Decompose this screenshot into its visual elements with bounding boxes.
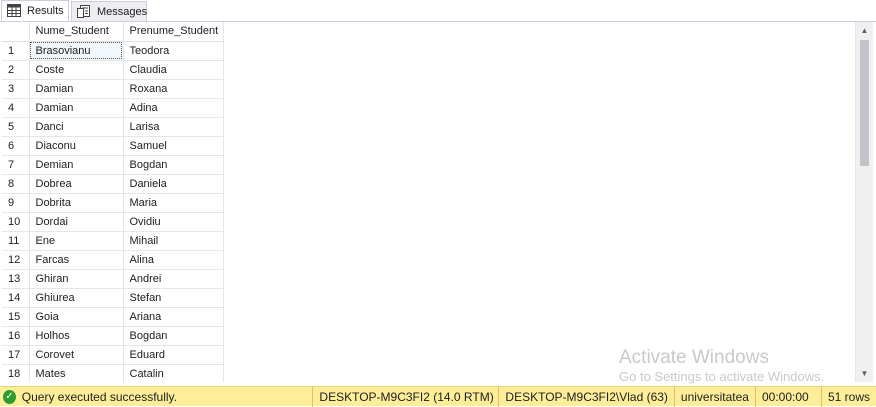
table-row[interactable]: 17 Corovet Eduard: [2, 345, 224, 365]
prenume-student-cell[interactable]: Maria: [123, 193, 224, 213]
prenume-student-cell[interactable]: Teodora: [123, 41, 224, 61]
status-message: Query executed successfully.: [21, 389, 177, 404]
row-number-cell[interactable]: 5: [2, 117, 30, 137]
row-number-cell[interactable]: 4: [2, 98, 30, 118]
row-number-cell[interactable]: 18: [2, 364, 30, 382]
vertical-scrollbar[interactable]: ▲ ▼: [855, 22, 873, 382]
status-database: universitatea: [673, 386, 755, 407]
tab-results[interactable]: Results: [1, 0, 69, 21]
header-row: Nume_Student Prenume_Student: [2, 22, 224, 42]
row-number-cell[interactable]: 2: [2, 60, 30, 80]
nume-student-cell[interactable]: Dordai: [29, 212, 124, 232]
query-status-bar: ✓ Query executed successfully. DESKTOP-M…: [0, 386, 876, 407]
row-number-cell[interactable]: 11: [2, 231, 30, 251]
row-number-cell[interactable]: 7: [2, 155, 30, 175]
messages-icon: [77, 5, 91, 18]
table-row[interactable]: 18 Mates Catalin: [2, 364, 224, 382]
table-row[interactable]: 13 Ghiran Andrei: [2, 269, 224, 289]
prenume-student-cell[interactable]: Ovidiu: [123, 212, 224, 232]
nume-student-cell[interactable]: Ene: [29, 231, 124, 251]
prenume-student-cell[interactable]: Roxana: [123, 79, 224, 99]
table-row[interactable]: 10 Dordai Ovidiu: [2, 212, 224, 232]
nume-student-cell[interactable]: Demian: [29, 155, 124, 175]
nume-student-cell[interactable]: Ghiran: [29, 269, 124, 289]
results-grid[interactable]: Nume_Student Prenume_Student 1 Brasovianu…: [2, 22, 855, 382]
table-row[interactable]: 9 Dobrita Maria: [2, 193, 224, 213]
table-row[interactable]: 12 Farcas Alina: [2, 250, 224, 270]
tab-messages[interactable]: Messages: [71, 1, 147, 21]
nume-student-cell[interactable]: Coste: [29, 60, 124, 80]
table-row[interactable]: 8 Dobrea Daniela: [2, 174, 224, 194]
column-header-prenume-student[interactable]: Prenume_Student: [123, 22, 224, 42]
row-number-header[interactable]: [2, 22, 30, 42]
scrollbar-thumb[interactable]: [860, 40, 869, 166]
row-number-cell[interactable]: 10: [2, 212, 30, 232]
tab-results-label: Results: [27, 4, 64, 17]
success-check-icon: ✓: [3, 389, 16, 404]
prenume-student-cell[interactable]: Bogdan: [123, 155, 224, 175]
tab-messages-label: Messages: [97, 5, 148, 18]
row-number-cell[interactable]: 13: [2, 269, 30, 289]
prenume-student-cell[interactable]: Andrei: [123, 269, 224, 289]
prenume-student-cell[interactable]: Claudia: [123, 60, 224, 80]
row-number-cell[interactable]: 14: [2, 288, 30, 308]
results-table: Nume_Student Prenume_Student 1 Brasovianu…: [2, 22, 224, 382]
prenume-student-cell[interactable]: Eduard: [123, 345, 224, 365]
prenume-student-cell[interactable]: Mihail: [123, 231, 224, 251]
table-row[interactable]: 7 Demian Bogdan: [2, 155, 224, 175]
prenume-student-cell[interactable]: Alina: [123, 250, 224, 270]
prenume-student-cell[interactable]: Catalin: [123, 364, 224, 382]
prenume-student-cell[interactable]: Daniela: [123, 174, 224, 194]
row-number-cell[interactable]: 6: [2, 136, 30, 156]
nume-student-cell[interactable]: Brasovianu: [29, 41, 124, 61]
status-server: DESKTOP-M9C3FI2 (14.0 RTM): [312, 386, 498, 407]
nume-student-cell[interactable]: Dobrita: [29, 193, 124, 213]
prenume-student-cell[interactable]: Bogdan: [123, 326, 224, 346]
prenume-student-cell[interactable]: Stefan: [123, 288, 224, 308]
status-user: DESKTOP-M9C3FI2\Vlad (63): [498, 386, 674, 407]
nume-student-cell[interactable]: Damian: [29, 79, 124, 99]
prenume-student-cell[interactable]: Ariana: [123, 307, 224, 327]
row-number-cell[interactable]: 1: [2, 41, 30, 61]
nume-student-cell[interactable]: Damian: [29, 98, 124, 118]
prenume-student-cell[interactable]: Samuel: [123, 136, 224, 156]
table-row[interactable]: 4 Damian Adina: [2, 98, 224, 118]
nume-student-cell[interactable]: Mates: [29, 364, 124, 382]
table-row[interactable]: 3 Damian Roxana: [2, 79, 224, 99]
nume-student-cell[interactable]: Danci: [29, 117, 124, 137]
status-elapsed: 00:00:00: [754, 386, 821, 407]
table-row[interactable]: 16 Holhos Bogdan: [2, 326, 224, 346]
prenume-student-cell[interactable]: Larisa: [123, 117, 224, 137]
status-row-count: 51 rows: [820, 386, 876, 407]
nume-student-cell[interactable]: Ghiurea: [29, 288, 124, 308]
nume-student-cell[interactable]: Holhos: [29, 326, 124, 346]
nume-student-cell[interactable]: Farcas: [29, 250, 124, 270]
scroll-down-icon[interactable]: ▼: [856, 365, 873, 382]
row-number-cell[interactable]: 9: [2, 193, 30, 213]
nume-student-cell[interactable]: Corovet: [29, 345, 124, 365]
table-row[interactable]: 2 Coste Claudia: [2, 60, 224, 80]
table-row[interactable]: 6 Diaconu Samuel: [2, 136, 224, 156]
row-number-cell[interactable]: 8: [2, 174, 30, 194]
nume-student-cell[interactable]: Dobrea: [29, 174, 124, 194]
nume-student-cell[interactable]: Diaconu: [29, 136, 124, 156]
row-number-cell[interactable]: 3: [2, 79, 30, 99]
row-number-cell[interactable]: 17: [2, 345, 30, 365]
row-number-cell[interactable]: 12: [2, 250, 30, 270]
table-row[interactable]: 5 Danci Larisa: [2, 117, 224, 137]
column-header-nume-student[interactable]: Nume_Student: [29, 22, 124, 42]
table-row[interactable]: 15 Goia Ariana: [2, 307, 224, 327]
row-number-cell[interactable]: 16: [2, 326, 30, 346]
table-row[interactable]: 14 Ghiurea Stefan: [2, 288, 224, 308]
row-number-cell[interactable]: 15: [2, 307, 30, 327]
nume-student-cell[interactable]: Goia: [29, 307, 124, 327]
table-row[interactable]: 1 Brasovianu Teodora: [2, 41, 224, 61]
results-tab-strip: Results Messages: [0, 0, 876, 22]
grid-icon: [7, 4, 21, 17]
table-row[interactable]: 11 Ene Mihail: [2, 231, 224, 251]
scroll-up-icon[interactable]: ▲: [856, 22, 873, 39]
prenume-student-cell[interactable]: Adina: [123, 98, 224, 118]
